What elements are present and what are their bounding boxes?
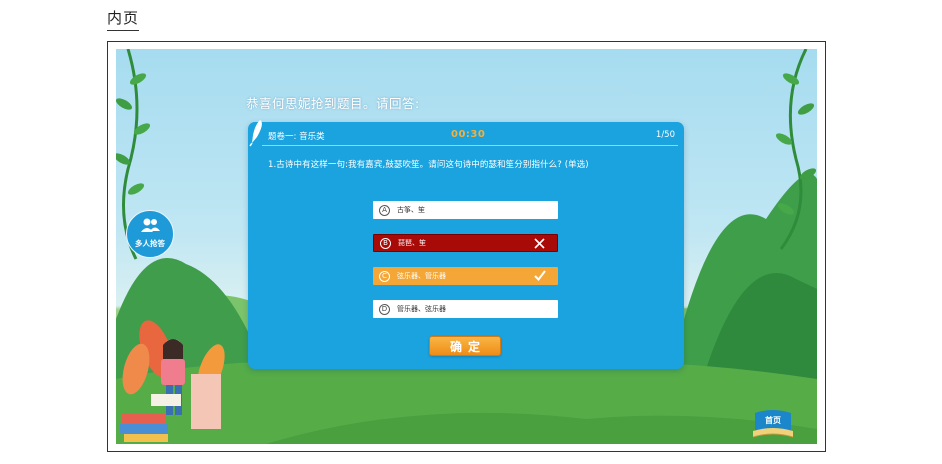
home-label: 首页 [765, 416, 781, 425]
option-d[interactable]: D 管乐器、弦乐器 [373, 300, 558, 318]
home-button[interactable]: 首页 [751, 409, 795, 444]
cross-icon [534, 238, 545, 249]
checkmark-icon [534, 270, 546, 281]
page-heading: 内页 [107, 9, 140, 27]
question-text: 1.古诗中有这样一句:我有嘉宾,鼓瑟吹笙。请问这句诗中的瑟和笙分别指什么? (单… [268, 160, 589, 170]
question-progress: 1/50 [655, 130, 675, 140]
option-label: 古筝、笙 [397, 206, 425, 214]
confirm-button[interactable]: 确定 [429, 336, 501, 356]
winner-prompt: 恭喜何思妮抢到题目。请回答: [246, 96, 420, 111]
option-c[interactable]: C 弦乐器、管乐器 [373, 267, 558, 285]
question-panel: 题卷一: 音乐类 00:30 1/50 1.古诗中有这样一句:我有嘉宾,鼓瑟吹笙… [248, 120, 684, 369]
option-b[interactable]: B 琵琶、笙 [373, 234, 558, 252]
countdown-timer: 00:30 [451, 129, 486, 140]
option-label: 弦乐器、管乐器 [397, 272, 446, 280]
option-letter: A [379, 204, 390, 216]
heading-underline [107, 30, 139, 31]
option-label: 管乐器、弦乐器 [397, 305, 446, 313]
quill-pen-icon [249, 120, 262, 147]
option-letter: C [379, 270, 390, 282]
option-a[interactable]: A 古筝、笙 [373, 201, 558, 219]
quiz-screen: 恭喜何思妮抢到题目。请回答: 题卷一: 音乐类 00:30 1/50 1.古诗中… [116, 49, 817, 444]
option-letter: B [380, 237, 391, 249]
panel-divider [262, 145, 678, 146]
multi-answer-button[interactable]: 多人抢答 [126, 210, 174, 258]
exam-title: 题卷一: 音乐类 [268, 132, 325, 142]
users-group-icon [141, 218, 160, 232]
option-letter: D [379, 303, 390, 315]
option-label: 琵琶、笙 [398, 239, 426, 247]
multi-answer-label: 多人抢答 [135, 239, 165, 248]
